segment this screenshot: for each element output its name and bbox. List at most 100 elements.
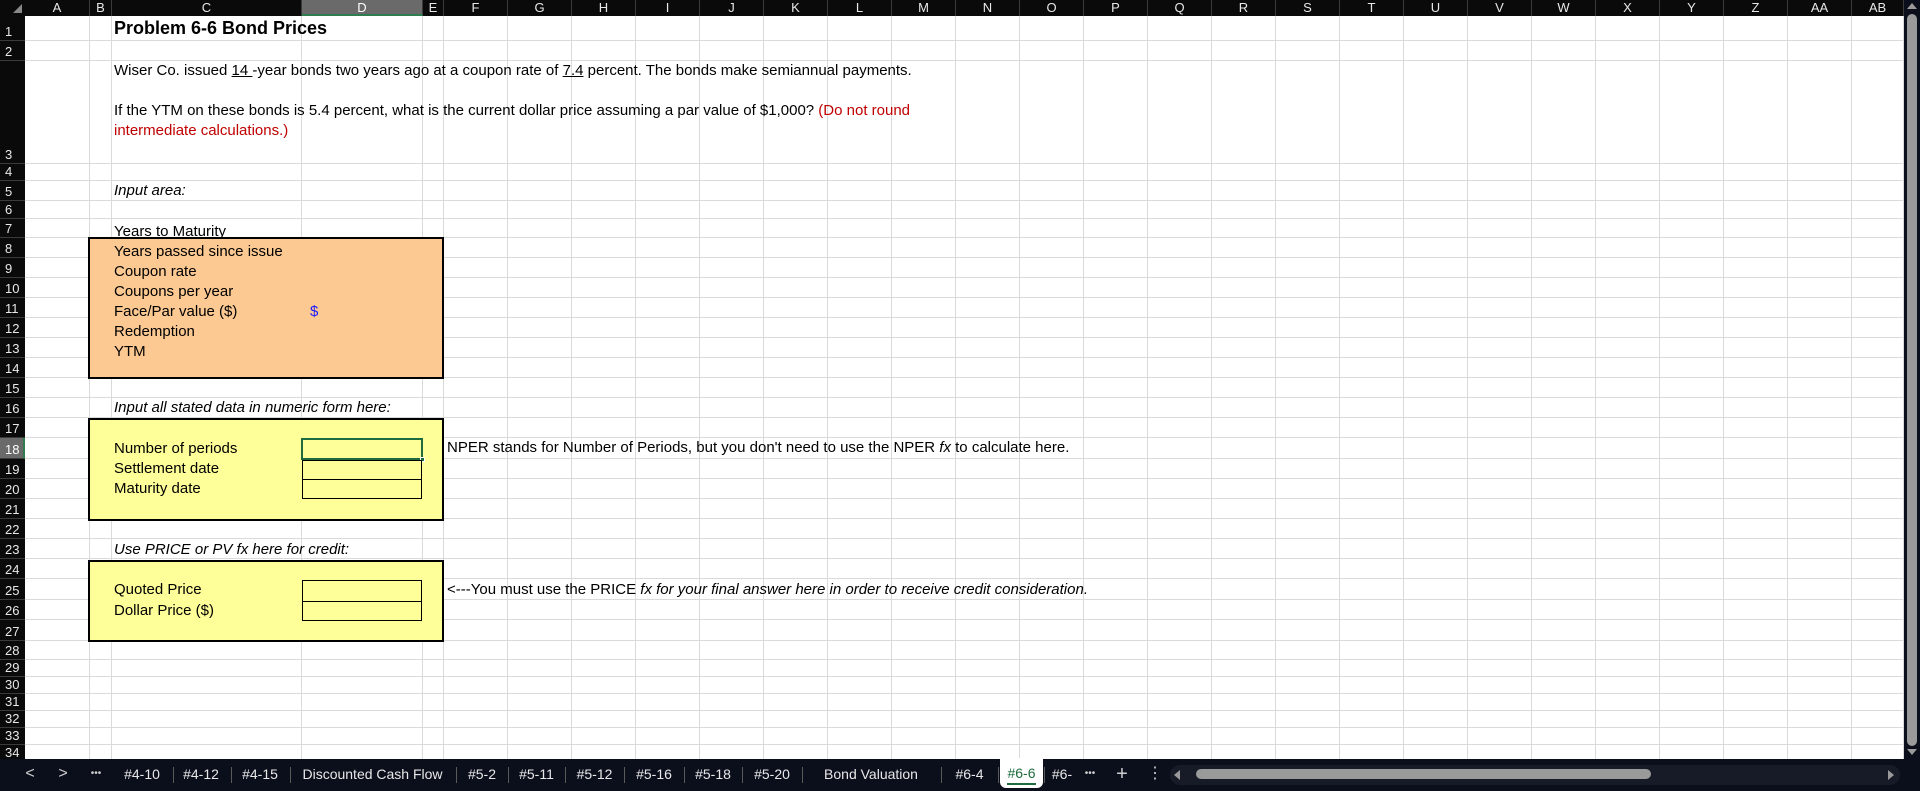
row-header-34[interactable]: 34 (0, 745, 25, 759)
column-header-a[interactable]: A (25, 0, 90, 16)
column-header-u[interactable]: U (1404, 0, 1468, 16)
sheet-tab[interactable]: #4-10 (112, 759, 172, 789)
column-header-g[interactable]: G (508, 0, 572, 16)
sheet-tab[interactable]: #5-16 (625, 759, 683, 789)
number-of-periods-input[interactable] (301, 438, 423, 460)
scroll-right-icon[interactable] (1888, 770, 1894, 780)
column-header-r[interactable]: R (1212, 0, 1276, 16)
more-sheets-left-button[interactable]: ••• (84, 759, 108, 791)
sheet-tab[interactable]: #4-15 (231, 759, 289, 789)
column-header-aa[interactable]: AA (1788, 0, 1852, 16)
column-header-s[interactable]: S (1276, 0, 1340, 16)
vertical-scrollbar[interactable] (1904, 0, 1920, 759)
column-header-x[interactable]: X (1596, 0, 1660, 16)
row-header-4[interactable]: 4 (0, 164, 25, 181)
select-all-button[interactable] (0, 0, 25, 16)
column-header-j[interactable]: J (700, 0, 764, 16)
row-header-15[interactable]: 15 (0, 378, 25, 398)
row-header-27[interactable]: 27 (0, 620, 25, 641)
row-header-12[interactable]: 12 (0, 318, 25, 338)
horizontal-scroll-thumb[interactable] (1196, 769, 1651, 779)
row-header-14[interactable]: 14 (0, 358, 25, 378)
row-header-6[interactable]: 6 (0, 201, 25, 219)
row-header-13[interactable]: 13 (0, 338, 25, 358)
more-sheets-right-button[interactable]: ••• (1078, 759, 1102, 791)
column-header-ab[interactable]: AB (1852, 0, 1904, 16)
vertical-scroll-thumb[interactable] (1907, 14, 1917, 746)
column-header-v[interactable]: V (1468, 0, 1532, 16)
column-header-c[interactable]: C (112, 0, 302, 16)
sheet-tab[interactable]: #5-20 (743, 759, 801, 789)
column-header-p[interactable]: P (1084, 0, 1148, 16)
sheet-tab[interactable]: #5-18 (685, 759, 741, 789)
column-header-i[interactable]: I (636, 0, 700, 16)
sheet-tab[interactable]: #5-2 (457, 759, 507, 789)
row-header-11[interactable]: 11 (0, 298, 25, 318)
scroll-down-icon[interactable] (1907, 749, 1917, 755)
column-header-n[interactable]: N (956, 0, 1020, 16)
row-header-19[interactable]: 19 (0, 459, 25, 479)
scroll-up-icon[interactable] (1907, 3, 1917, 9)
row-header-8[interactable]: 8 (0, 238, 25, 258)
input-label: Face/Par value ($) (114, 303, 238, 320)
maturity-date-input[interactable] (302, 479, 422, 499)
row-header-20[interactable]: 20 (0, 479, 25, 499)
column-header-h[interactable]: H (572, 0, 636, 16)
scroll-left-icon[interactable] (1174, 770, 1180, 780)
row-header-25[interactable]: 25 (0, 579, 25, 600)
column-header-l[interactable]: L (828, 0, 892, 16)
row-header-31[interactable]: 31 (0, 694, 25, 711)
row-header-10[interactable]: 10 (0, 278, 25, 298)
add-sheet-button[interactable]: + (1110, 759, 1134, 791)
column-header-z[interactable]: Z (1724, 0, 1788, 16)
column-header-d[interactable]: D (302, 0, 423, 16)
nper-note-end: to calculate here. (950, 439, 1070, 456)
next-sheet-button[interactable]: > (51, 759, 75, 791)
row-header-9[interactable]: 9 (0, 258, 25, 278)
column-header-t[interactable]: T (1340, 0, 1404, 16)
row-header-3[interactable]: 3 (0, 61, 25, 164)
quoted-price-input[interactable] (302, 580, 422, 602)
row-header-33[interactable]: 33 (0, 728, 25, 745)
sheet-tab[interactable]: Discounted Cash Flow (290, 759, 455, 789)
column-header-o[interactable]: O (1020, 0, 1084, 16)
row-header-23[interactable]: 23 (0, 539, 25, 559)
sheet-tab[interactable]: #5-12 (566, 759, 623, 789)
row-header-17[interactable]: 17 (0, 418, 25, 438)
row-header-18[interactable]: 18 (0, 438, 25, 459)
row-header-30[interactable]: 30 (0, 677, 25, 694)
sheet-tab[interactable]: #5-11 (509, 759, 564, 789)
column-header-w[interactable]: W (1532, 0, 1596, 16)
column-header-y[interactable]: Y (1660, 0, 1724, 16)
sheet-options-button[interactable]: ⋮ (1143, 759, 1167, 791)
horizontal-scrollbar[interactable] (1170, 765, 1900, 785)
column-header-m[interactable]: M (892, 0, 956, 16)
row-header-16[interactable]: 16 (0, 398, 25, 418)
sheet-tab[interactable]: #6- (1047, 759, 1077, 789)
sheet-tab[interactable]: Bond Valuation (802, 759, 940, 789)
worksheet-grid[interactable]: Problem 6-6 Bond Prices Wiser Co. issued… (25, 16, 1904, 759)
dollar-price-input[interactable] (302, 601, 422, 621)
column-header-q[interactable]: Q (1148, 0, 1212, 16)
row-header-26[interactable]: 26 (0, 600, 25, 620)
sheet-tab[interactable]: #6-4 (942, 759, 997, 789)
row-header-2[interactable]: 2 (0, 41, 25, 61)
sheet-tab[interactable]: #6-6 (1000, 758, 1043, 788)
row-header-21[interactable]: 21 (0, 499, 25, 519)
settlement-date-input[interactable] (302, 460, 422, 480)
sheet-tab[interactable]: #4-12 (172, 759, 230, 789)
row-header-5[interactable]: 5 (0, 181, 25, 201)
column-header-b[interactable]: B (90, 0, 112, 16)
row-header-7[interactable]: 7 (0, 219, 25, 238)
gridline (1339, 16, 1340, 759)
row-header-22[interactable]: 22 (0, 519, 25, 539)
row-header-24[interactable]: 24 (0, 559, 25, 579)
column-header-e[interactable]: E (423, 0, 444, 16)
prev-sheet-button[interactable]: < (18, 759, 42, 791)
row-header-32[interactable]: 32 (0, 711, 25, 728)
row-header-28[interactable]: 28 (0, 641, 25, 660)
column-header-k[interactable]: K (764, 0, 828, 16)
row-header-29[interactable]: 29 (0, 660, 25, 677)
column-header-f[interactable]: F (444, 0, 508, 16)
row-header-1[interactable]: 1 (0, 16, 25, 41)
